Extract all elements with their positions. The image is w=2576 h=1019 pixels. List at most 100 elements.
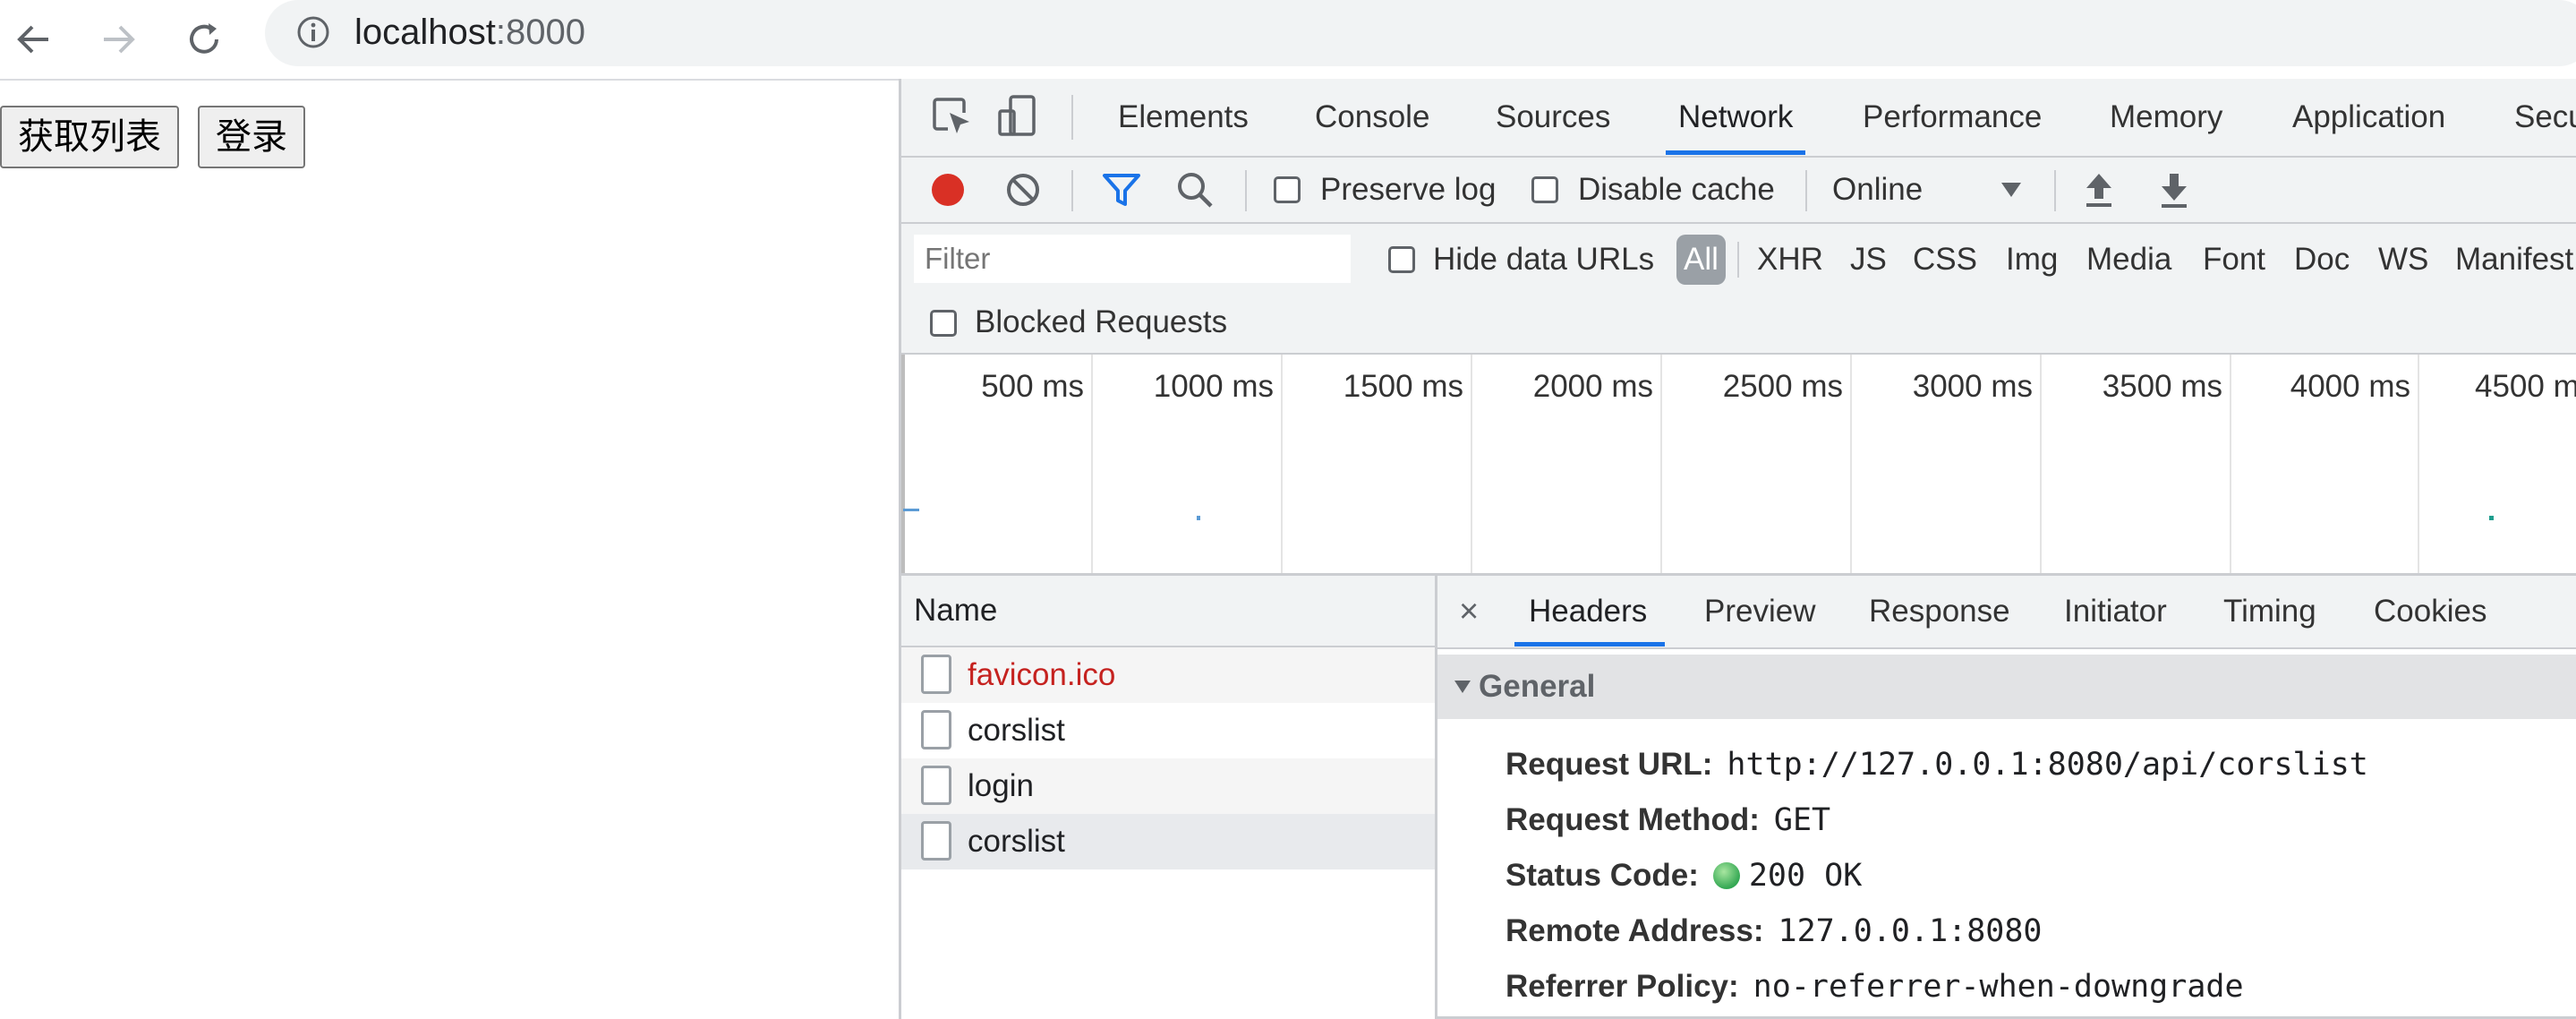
field-value: no-referrer-when-downgrade: [1753, 969, 2244, 1005]
timeline-gridline: [1660, 355, 1662, 573]
type-filter-css[interactable]: CSS: [1913, 235, 1977, 285]
separator: [1071, 95, 1073, 140]
clear-icon[interactable]: [1005, 172, 1041, 212]
search-icon[interactable]: [1175, 170, 1215, 214]
blocked-requests-label: Blocked Requests: [975, 304, 1228, 339]
record-icon[interactable]: [930, 172, 966, 212]
general-section-header[interactable]: General: [1437, 655, 2576, 719]
type-filter-js[interactable]: JS: [1850, 235, 1887, 285]
disable-cache-checkbox[interactable]: [1531, 176, 1558, 203]
type-filter-doc[interactable]: Doc: [2294, 235, 2350, 285]
url-host: localhost: [354, 13, 496, 52]
timeline-tick-label: 4500 m: [2475, 369, 2576, 404]
close-icon[interactable]: ×: [1459, 576, 1479, 647]
address-bar[interactable]: [265, 0, 2576, 66]
tab-sources[interactable]: Sources: [1496, 79, 1610, 156]
back-arrow-icon[interactable]: [5, 11, 63, 68]
timeline-request-bar: [903, 509, 919, 511]
filter-input[interactable]: [914, 235, 1351, 283]
inspect-element-icon[interactable]: [930, 95, 973, 142]
tab-network[interactable]: Network: [1678, 79, 1793, 156]
reload-icon[interactable]: [175, 11, 233, 68]
tab-elements[interactable]: Elements: [1118, 79, 1249, 156]
timeline-tick-label: 3500 ms: [2102, 369, 2222, 404]
disable-cache-label: Disable cache: [1578, 172, 1775, 207]
type-filter-media[interactable]: Media: [2086, 235, 2171, 285]
type-filter-font[interactable]: Font: [2203, 235, 2265, 285]
status-ok-dot-icon: [1712, 862, 1740, 889]
separator: [1245, 170, 1247, 211]
throttling-select[interactable]: Online: [1832, 170, 1923, 210]
timeline-gridline: [2040, 355, 2042, 573]
timeline-request-bar: [2489, 516, 2494, 520]
timeline-tick-label: 500 ms: [981, 369, 1084, 404]
request-list: Name favicon.ico corslist login corslist: [901, 576, 1437, 1019]
timeline-gridline: [1281, 355, 1283, 573]
tab-initiator[interactable]: Initiator: [2064, 576, 2167, 647]
timeline-gridline: [2230, 355, 2231, 573]
export-har-icon[interactable]: [2156, 170, 2192, 214]
preserve-log-checkbox[interactable]: [1274, 176, 1301, 203]
tab-headers[interactable]: Headers: [1529, 576, 1647, 647]
tab-security[interactable]: Secu: [2514, 79, 2576, 156]
request-row-corslist[interactable]: corslist: [901, 703, 1435, 758]
timeline-tick-label: 2500 ms: [1722, 369, 1843, 404]
devtools-panel: Elements Console Sources Network Perform…: [899, 79, 2576, 1019]
field-value: http://127.0.0.1:8080/api/corslist: [1727, 747, 2368, 783]
field-key: Request URL:: [1506, 747, 1713, 782]
request-row-favicon[interactable]: favicon.ico: [901, 647, 1435, 703]
timeline-gridline: [1471, 355, 1472, 573]
triangle-down-icon: [1454, 680, 1471, 698]
tab-preview[interactable]: Preview: [1704, 576, 1815, 647]
type-filter-xhr[interactable]: XHR: [1757, 235, 1823, 285]
get-list-button[interactable]: 获取列表: [0, 106, 179, 168]
login-button[interactable]: 登录: [198, 106, 305, 168]
file-icon: [921, 821, 951, 861]
import-har-icon[interactable]: [2081, 170, 2117, 214]
preserve-log-label: Preserve log: [1320, 172, 1497, 207]
tab-application[interactable]: Application: [2292, 79, 2445, 156]
url-port: :8000: [495, 13, 585, 52]
request-method-field: Request Method: GET: [1506, 796, 1830, 844]
tab-performance[interactable]: Performance: [1863, 79, 2042, 156]
timeline-gridline: [1850, 355, 1852, 573]
separator: [1805, 170, 1807, 211]
request-row-corslist-selected[interactable]: corslist: [901, 814, 1435, 869]
dropdown-arrow-icon[interactable]: [2000, 181, 2022, 203]
hide-data-urls-checkbox[interactable]: [1388, 246, 1415, 273]
field-value: 127.0.0.1:8080: [1778, 913, 2043, 949]
file-icon: [921, 710, 951, 749]
filter-funnel-icon[interactable]: [1102, 172, 1141, 212]
devtools-tabbar: Elements Console Sources Network Perform…: [901, 79, 2576, 158]
type-filter-ws[interactable]: WS: [2378, 235, 2428, 285]
type-filter-img[interactable]: Img: [2006, 235, 2058, 285]
tab-memory[interactable]: Memory: [2110, 79, 2222, 156]
request-row-login[interactable]: login: [901, 758, 1435, 814]
tab-response[interactable]: Response: [1869, 576, 2010, 647]
timeline-tick-label: 4000 ms: [2290, 369, 2410, 404]
name-column-header[interactable]: Name: [901, 576, 1435, 647]
name-column-label: Name: [914, 593, 998, 628]
blocked-requests-checkbox[interactable]: [930, 310, 957, 337]
tab-cookies[interactable]: Cookies: [2374, 576, 2486, 647]
separator: [2054, 170, 2056, 211]
request-name: favicon.ico: [968, 657, 1116, 692]
site-info-icon[interactable]: [294, 13, 333, 52]
filter-bar: Hide data URLs All XHR JS CSS Img Media …: [901, 224, 2576, 355]
request-name: corslist: [968, 713, 1065, 748]
browser-toolbar: localhost:8000: [0, 0, 2576, 81]
type-filter-all[interactable]: All: [1676, 235, 1726, 285]
tab-console[interactable]: Console: [1315, 79, 1429, 156]
device-toolbar-icon[interactable]: [996, 93, 1041, 142]
timeline-gridline: [2418, 355, 2419, 573]
general-section-title: General: [1479, 669, 1596, 704]
timeline-start-marker: [901, 355, 905, 573]
network-timeline[interactable]: 500 ms 1000 ms 1500 ms 2000 ms 2500 ms 3…: [901, 355, 2576, 576]
type-filter-manifest[interactable]: Manifest: [2455, 235, 2573, 285]
forward-arrow-icon[interactable]: [90, 11, 147, 68]
network-controls: Preserve log Disable cache Online: [901, 158, 2576, 224]
tab-timing[interactable]: Timing: [2223, 576, 2316, 647]
active-tab-indicator: [1666, 150, 1805, 155]
file-icon: [921, 655, 951, 694]
field-key: Referrer Policy:: [1506, 969, 1739, 1004]
